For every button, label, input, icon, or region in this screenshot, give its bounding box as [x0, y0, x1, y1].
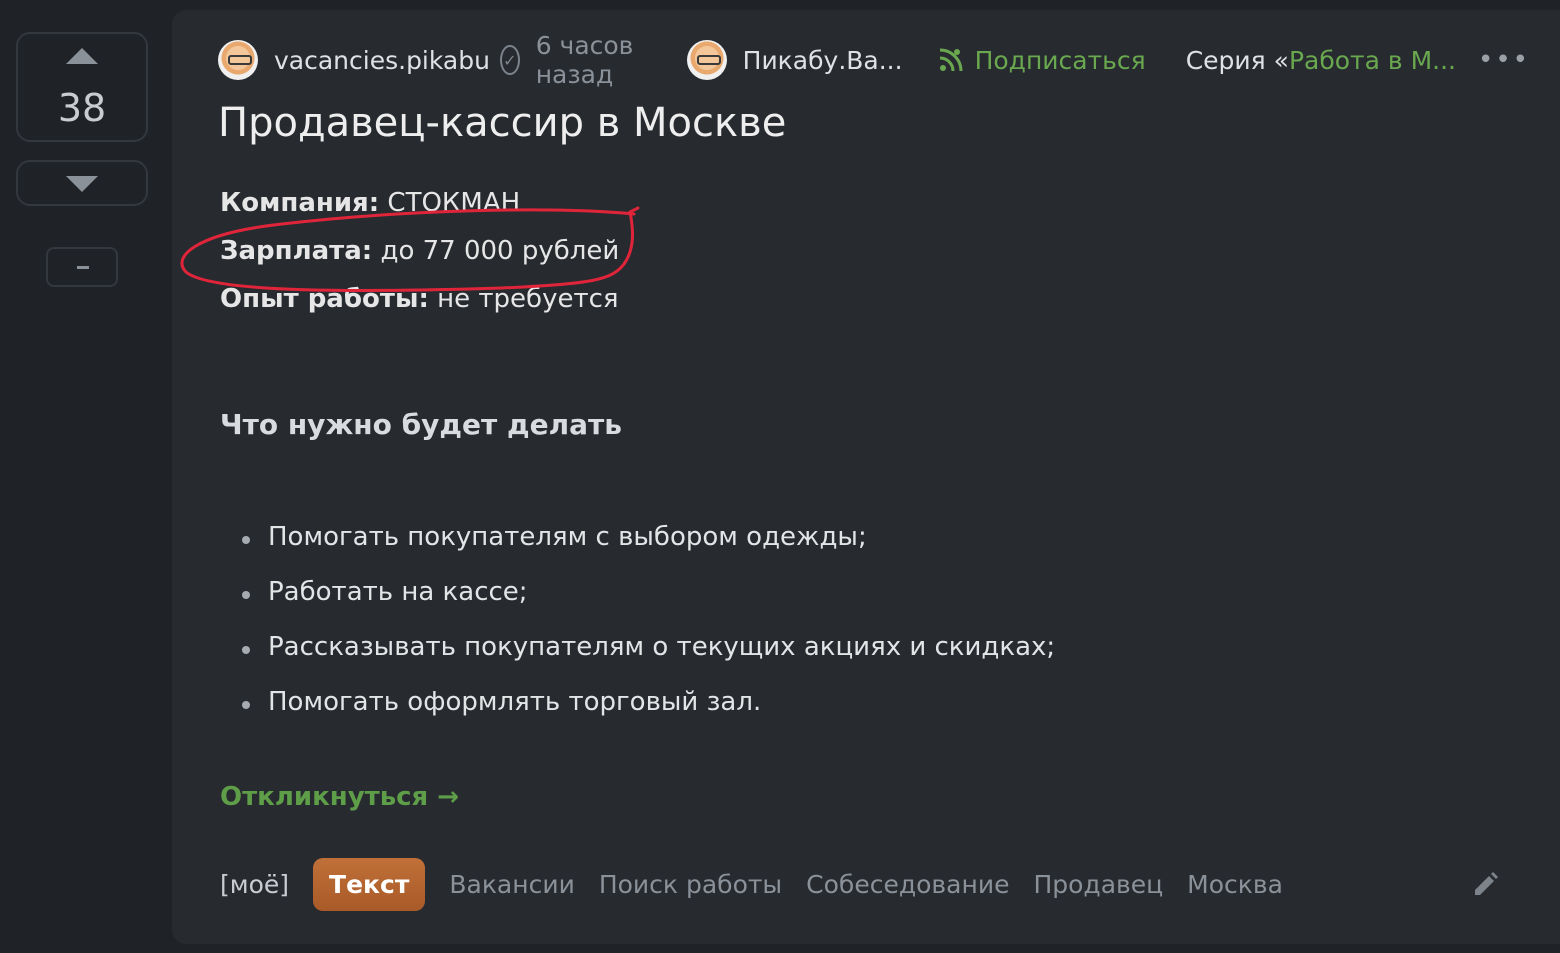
more-options-icon[interactable]: •••	[1478, 45, 1530, 75]
tag-moscow[interactable]: Москва	[1187, 870, 1283, 899]
community-name[interactable]: Пикабу.Ва...	[743, 46, 903, 75]
post-card: vacancies.pikabu ✓ 6 часов назад Пикабу.…	[172, 10, 1560, 944]
post-title[interactable]: Продавец-кассир в Москве	[218, 100, 786, 146]
vote-box: 38	[16, 32, 148, 142]
tag-text[interactable]: Текст	[313, 857, 426, 911]
page: 38 vacancies.pikabu ✓ 6 часов назад Пика…	[0, 0, 1560, 953]
section-heading: Что нужно будет делать	[220, 408, 622, 441]
minus-icon	[77, 266, 89, 269]
pencil-icon[interactable]	[1470, 870, 1500, 900]
downvote-button[interactable]	[16, 160, 148, 206]
field-salary: Зарплата: до 77 000 рублей	[220, 236, 619, 266]
field-company: Компания: СТОКМАН	[220, 188, 520, 218]
field-experience: Опыт работы: не требуется	[220, 284, 619, 314]
series-prefix: Серия «	[1185, 45, 1289, 75]
tag-mine[interactable]: [моё]	[220, 870, 289, 899]
tag-seller[interactable]: Продавец	[1033, 870, 1163, 899]
field-value: СТОКМАН	[379, 188, 521, 218]
tag-job-search[interactable]: Поиск работы	[599, 870, 782, 899]
tag-interview[interactable]: Собеседование	[806, 870, 1009, 899]
list-item: Помогать покупателям с выбором одежды;	[242, 522, 1055, 577]
tags-row: [моё] Текст Вакансии Поиск работы Собесе…	[220, 856, 1520, 912]
verified-icon: ✓	[499, 45, 520, 75]
community-avatar[interactable]	[686, 40, 727, 80]
list-item: Помогать оформлять торговый зал.	[242, 687, 1055, 742]
respond-link[interactable]: Откликнуться →	[220, 782, 459, 812]
downvote-icon	[66, 176, 98, 192]
collapse-button[interactable]	[46, 247, 118, 287]
field-label: Опыт работы:	[220, 284, 429, 314]
vote-count: 38	[57, 86, 107, 130]
post-header: vacancies.pikabu ✓ 6 часов назад Пикабу.…	[218, 31, 1530, 89]
field-value: не требуется	[428, 284, 619, 314]
author-avatar[interactable]	[218, 40, 258, 80]
list-item: Рассказывать покупателям о текущих акция…	[242, 632, 1055, 687]
subscribe-icon	[939, 48, 963, 72]
series-link[interactable]: Работа в М...	[1289, 46, 1456, 75]
subscribe-button[interactable]: Подписаться	[937, 46, 1146, 75]
field-value: до 77 000 рублей	[372, 236, 620, 266]
series-info[interactable]: Серия «Работа в М...	[1186, 46, 1456, 75]
tag-vacancies[interactable]: Вакансии	[449, 870, 574, 899]
upvote-icon[interactable]	[66, 48, 98, 64]
field-label: Зарплата:	[220, 236, 373, 266]
subscribe-label: Подписаться	[974, 45, 1146, 75]
post-time: 6 часов назад	[535, 31, 634, 89]
field-label: Компания:	[220, 188, 380, 218]
duties-list: Помогать покупателям с выбором одежды; Р…	[242, 522, 1055, 742]
list-item: Работать на кассе;	[242, 577, 1055, 632]
author-name[interactable]: vacancies.pikabu	[274, 46, 490, 75]
vote-rail: 38	[0, 0, 172, 953]
